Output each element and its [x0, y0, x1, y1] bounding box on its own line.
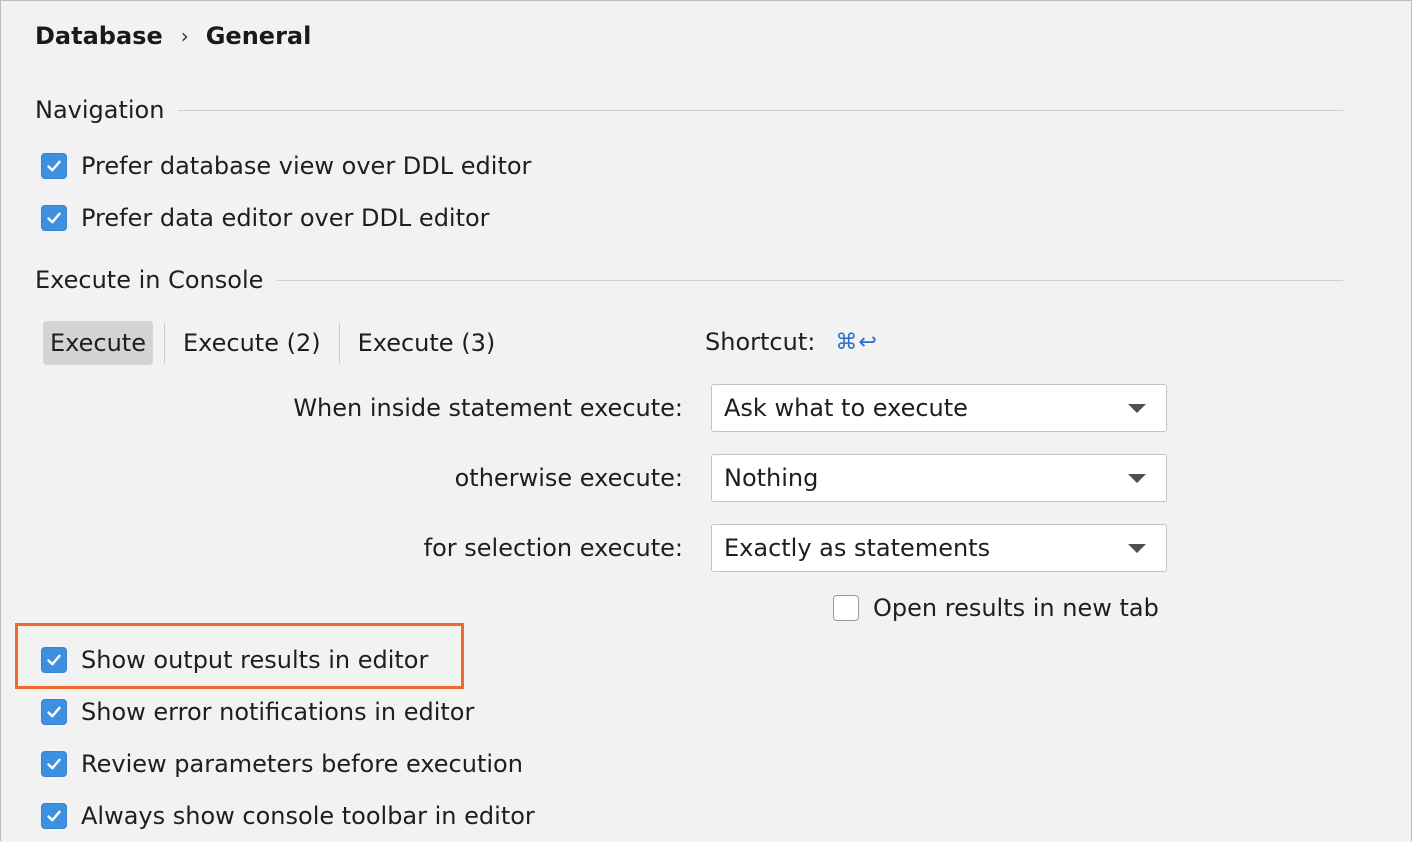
- option-always-show-console-toolbar[interactable]: Always show console toolbar in editor: [41, 799, 535, 833]
- shortcut: Shortcut: ⌘↩: [705, 325, 878, 359]
- tab-execute-2[interactable]: Execute (2): [176, 321, 328, 365]
- chevron-right-icon: ›: [180, 24, 189, 48]
- checkmark-icon: [47, 654, 61, 666]
- chevron-down-icon: [1128, 474, 1146, 483]
- checkbox-show-error-notifications[interactable]: [41, 699, 67, 725]
- section-divider: [277, 279, 1343, 281]
- checkbox-open-results-new-tab[interactable]: [833, 595, 859, 621]
- section-navigation: Navigation: [35, 93, 1343, 127]
- settings-panel: Database › General Navigation Prefer dat…: [0, 0, 1412, 841]
- tab-execute-3[interactable]: Execute (3): [351, 321, 503, 365]
- checkbox-review-parameters[interactable]: [41, 751, 67, 777]
- breadcrumb-parent[interactable]: Database: [35, 22, 163, 50]
- checkmark-icon: [47, 758, 61, 770]
- execute-tabs: Execute Execute (2) Execute (3): [43, 321, 502, 365]
- option-label: Prefer database view over DDL editor: [81, 152, 532, 180]
- option-show-output-results[interactable]: Show output results in editor: [41, 643, 428, 677]
- checkmark-icon: [47, 160, 61, 172]
- option-label: Review parameters before execution: [81, 750, 523, 778]
- option-label: Show error notifications in editor: [81, 698, 475, 726]
- shortcut-keys[interactable]: ⌘↩: [835, 330, 877, 355]
- label-selection: for selection execute:: [423, 534, 683, 562]
- option-label: Show output results in editor: [81, 646, 429, 674]
- option-prefer-database-view[interactable]: Prefer database view over DDL editor: [41, 149, 531, 183]
- option-show-error-notifications[interactable]: Show error notifications in editor: [41, 695, 474, 729]
- inside-statement-value: Ask what to execute: [724, 394, 968, 422]
- shortcut-label: Shortcut:: [705, 328, 816, 356]
- breadcrumb: Database › General: [35, 19, 311, 53]
- option-label: Prefer data editor over DDL editor: [81, 204, 490, 232]
- otherwise-value: Nothing: [724, 464, 819, 492]
- checkbox-prefer-database-view[interactable]: [41, 153, 67, 179]
- section-title-execute-in-console: Execute in Console: [35, 266, 264, 294]
- checkmark-icon: [47, 212, 61, 224]
- otherwise-select[interactable]: Nothing: [711, 454, 1167, 502]
- checkmark-icon: [47, 810, 61, 822]
- section-execute-in-console: Execute in Console: [35, 263, 1343, 297]
- checkmark-icon: [47, 706, 61, 718]
- checkbox-show-output-results[interactable]: [41, 647, 67, 673]
- chevron-down-icon: [1128, 404, 1146, 413]
- section-title-navigation: Navigation: [35, 96, 165, 124]
- checkbox-prefer-data-editor[interactable]: [41, 205, 67, 231]
- option-prefer-data-editor[interactable]: Prefer data editor over DDL editor: [41, 201, 490, 235]
- inside-statement-select[interactable]: Ask what to execute: [711, 384, 1167, 432]
- selection-value: Exactly as statements: [724, 534, 991, 562]
- label-inside-statement: When inside statement execute:: [293, 394, 683, 422]
- breadcrumb-current: General: [205, 22, 312, 50]
- label-otherwise: otherwise execute:: [454, 464, 683, 492]
- option-open-results-new-tab[interactable]: Open results in new tab: [833, 591, 1159, 625]
- checkbox-always-show-console-toolbar[interactable]: [41, 803, 67, 829]
- option-review-parameters[interactable]: Review parameters before execution: [41, 747, 523, 781]
- selection-select[interactable]: Exactly as statements: [711, 524, 1167, 572]
- tab-execute[interactable]: Execute: [43, 321, 153, 365]
- tab-divider: [163, 323, 165, 363]
- section-divider: [178, 109, 1343, 111]
- chevron-down-icon: [1128, 544, 1146, 553]
- tab-divider: [338, 323, 340, 363]
- option-label: Always show console toolbar in editor: [81, 802, 535, 830]
- option-label: Open results in new tab: [873, 594, 1159, 622]
